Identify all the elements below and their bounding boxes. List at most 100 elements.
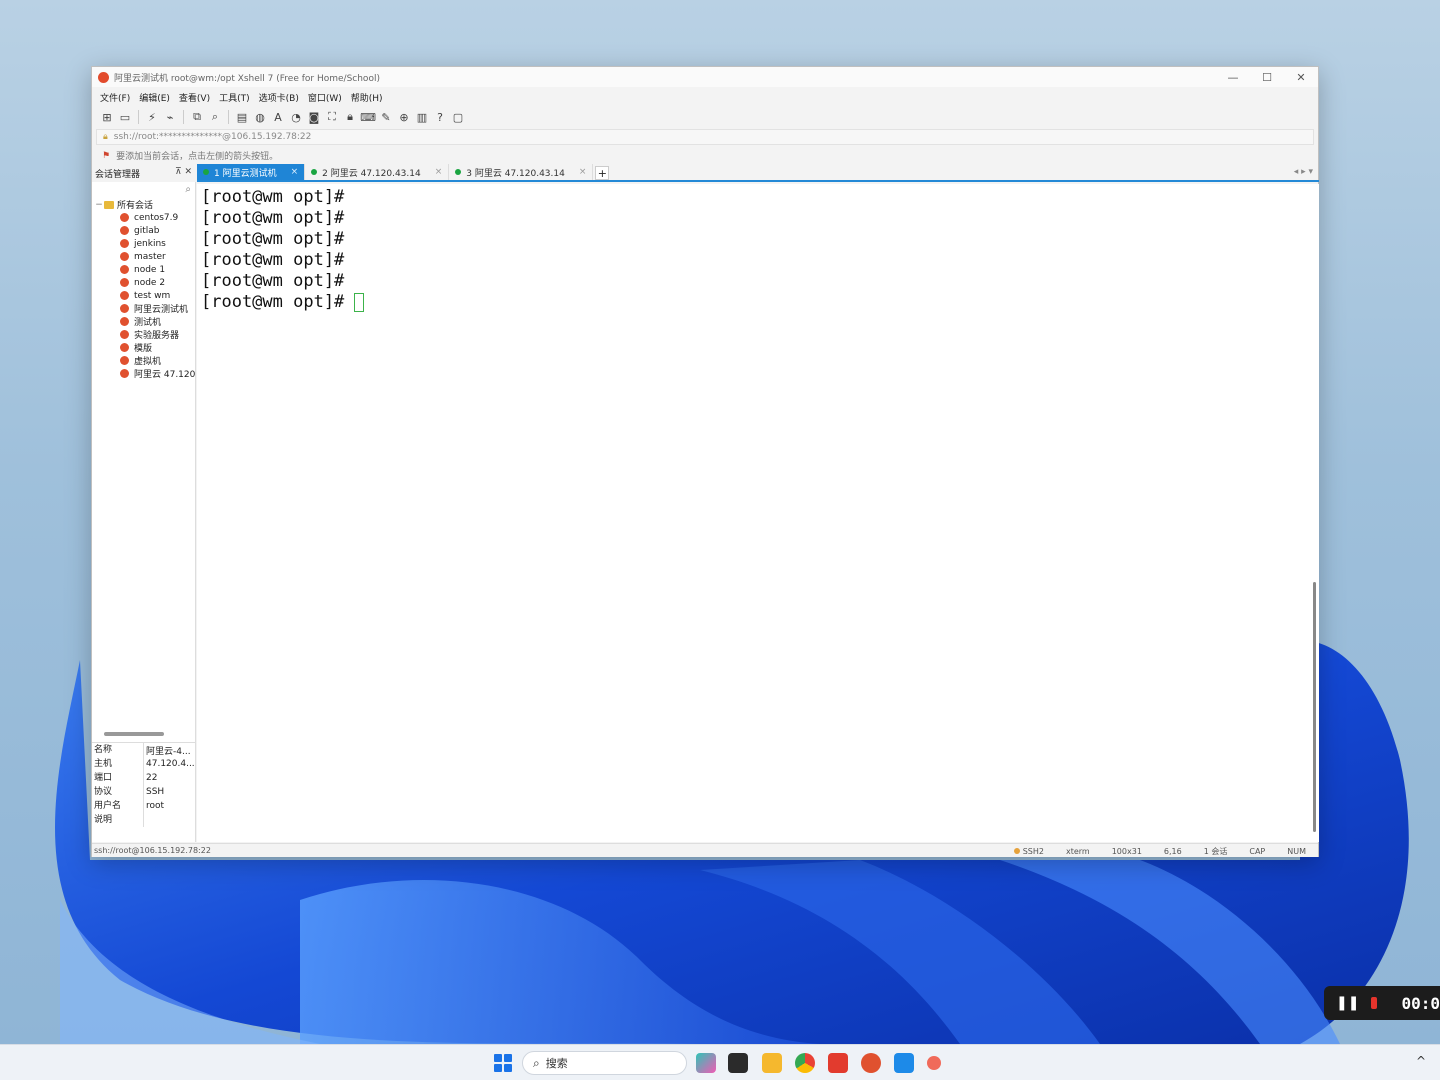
fullscreen-icon[interactable]: ⛶: [325, 110, 339, 124]
session-tree-scrollbar[interactable]: [104, 732, 164, 736]
session-item[interactable]: jenkins: [94, 237, 196, 250]
window-controls: — ☐ ✕: [1216, 67, 1318, 87]
menu-tools[interactable]: 工具(T): [219, 91, 250, 104]
new-session-icon[interactable]: ⊞: [100, 110, 114, 124]
tab-close-icon[interactable]: ×: [435, 167, 443, 177]
lock-icon[interactable]: 🔒︎: [343, 110, 357, 124]
property-key: 端口: [92, 771, 144, 785]
search-placeholder: 搜索: [545, 1057, 568, 1070]
close-button[interactable]: ✕: [1284, 67, 1318, 87]
keyboard-icon[interactable]: ⌨: [360, 110, 376, 124]
pin-icon[interactable]: ⊼: [175, 167, 182, 177]
tab-close-icon[interactable]: ×: [291, 167, 299, 177]
tab-1[interactable]: 1 阿里云测试机 ×: [197, 164, 306, 180]
minimize-button[interactable]: —: [1216, 67, 1250, 87]
session-item[interactable]: 实验服务器: [94, 328, 196, 341]
tab-close-icon[interactable]: ×: [579, 167, 587, 177]
recorder-taskbar-icon[interactable]: [927, 1056, 941, 1070]
property-row: 说明: [92, 813, 196, 827]
session-item[interactable]: 虚拟机: [94, 354, 196, 367]
session-item[interactable]: test wm: [94, 289, 196, 302]
menu-file[interactable]: 文件(F): [100, 91, 130, 104]
open-folder-icon[interactable]: ▭: [118, 110, 132, 124]
pause-icon[interactable]: ❚❚: [1336, 995, 1359, 1011]
font-icon[interactable]: A: [271, 110, 285, 124]
copy-icon[interactable]: ⧉: [190, 110, 204, 124]
session-item[interactable]: master: [94, 250, 196, 263]
properties-icon[interactable]: ▤: [235, 110, 249, 124]
session-item[interactable]: node 1: [94, 263, 196, 276]
session-item[interactable]: 测试机: [94, 315, 196, 328]
terminal-prompt-line: [root@wm opt]#: [201, 292, 365, 313]
menu-help[interactable]: 帮助(H): [351, 91, 383, 104]
tab-nav-arrows[interactable]: ◂ ▸ ▾: [1294, 167, 1313, 177]
session-manager-title: 会话管理器: [95, 169, 141, 180]
status-term: xterm: [1065, 846, 1090, 856]
xshell-taskbar-icon[interactable]: [861, 1053, 881, 1073]
compose-icon[interactable]: ✎: [379, 110, 393, 124]
new-tab-icon[interactable]: ⊕: [397, 110, 411, 124]
terminal-area[interactable]: [root@wm opt]# [root@wm opt]# [root@wm o…: [197, 184, 1319, 842]
session-label: 测试机: [134, 318, 162, 328]
chevron-up-icon[interactable]: ^: [1416, 1054, 1426, 1068]
tab-3[interactable]: 3 阿里云 47.120.43.14 ×: [449, 164, 594, 180]
add-tab-button[interactable]: +: [595, 166, 610, 180]
session-label: gitlab: [134, 225, 160, 236]
maximize-button[interactable]: ☐: [1250, 67, 1284, 87]
terminal-prompt: [root@wm opt]#: [201, 292, 345, 312]
search-icon[interactable]: ⌕: [185, 184, 191, 195]
collapse-icon[interactable]: −: [94, 200, 104, 210]
menu-bar: 文件(F) 编辑(E) 查看(V) 工具(T) 选项卡(B) 窗口(W) 帮助(…: [92, 89, 1318, 105]
help-icon[interactable]: ?: [433, 110, 447, 124]
layout-icon[interactable]: ▥: [415, 110, 429, 124]
find-icon[interactable]: ⌕: [208, 110, 222, 124]
chat-icon[interactable]: ▢: [451, 110, 465, 124]
terminal-line: [root@wm opt]#: [201, 250, 345, 270]
property-row: 主机 47.120.4...: [92, 757, 196, 771]
chat-app-icon[interactable]: [894, 1053, 914, 1073]
screenshot-icon[interactable]: ◙: [307, 110, 321, 124]
menu-tabs[interactable]: 选项卡(B): [259, 91, 299, 104]
connect-icon[interactable]: ⚡: [145, 110, 159, 124]
session-item[interactable]: 阿里云测试机: [94, 302, 196, 315]
bookmark-icon[interactable]: ⚑: [102, 151, 110, 161]
chrome-icon[interactable]: [795, 1053, 815, 1073]
tab-2[interactable]: 2 阿里云 47.120.43.14 ×: [305, 164, 450, 180]
session-icon: [120, 304, 129, 313]
session-tree: − 所有会话 centos7.9 gitlab jenkins master n…: [94, 198, 196, 381]
address-bar[interactable]: 🔒︎ ssh://root:**************@106.15.192.…: [96, 129, 1314, 145]
disconnect-icon[interactable]: ⌁: [163, 110, 177, 124]
session-manager-close-icon[interactable]: ✕: [184, 167, 192, 177]
windows-start-icon[interactable]: [494, 1054, 512, 1072]
status-sessions[interactable]: 1 会话: [1204, 846, 1228, 857]
online-dot-icon: [311, 169, 318, 175]
session-item[interactable]: centos7.9: [94, 211, 196, 224]
toolbar: ⊞ ▭ ⚡ ⌁ ⧉ ⌕ ▤ ◍ A ◔ ◙ ⛶ 🔒︎ ⌨ ✎ ⊕ ▥ ? ▢: [92, 107, 1318, 127]
property-key: 名称: [92, 743, 144, 757]
tree-root-all-sessions[interactable]: − 所有会话: [94, 198, 196, 212]
wps-icon[interactable]: [828, 1053, 848, 1073]
session-item[interactable]: node 2: [94, 276, 196, 289]
toolbar-divider: [183, 110, 184, 124]
tab-label: 3 阿里云 47.120.43.14: [466, 168, 565, 179]
session-item[interactable]: 模版: [94, 341, 196, 354]
tab-bar: 1 阿里云测试机 × 2 阿里云 47.120.43.14 × 3 阿里云 47…: [197, 164, 1319, 182]
terminal-line: [root@wm opt]#: [201, 271, 345, 291]
menu-view[interactable]: 查看(V): [179, 91, 210, 104]
hint-text: 要添加当前会话，点击左侧的箭头按钮。: [116, 152, 279, 162]
title-bar[interactable]: 阿里云测试机 root@wm:/opt Xshell 7 (Free for H…: [92, 67, 1318, 87]
stop-icon[interactable]: [1371, 997, 1378, 1009]
session-item[interactable]: 阿里云 47.120: [94, 367, 196, 380]
copilot-icon[interactable]: [696, 1053, 716, 1073]
menu-window[interactable]: 窗口(W): [308, 91, 342, 104]
terminal-scrollbar[interactable]: [1313, 582, 1316, 832]
task-view-icon[interactable]: [728, 1053, 748, 1073]
menu-edit[interactable]: 编辑(E): [139, 91, 170, 104]
xftp-icon[interactable]: ◔: [289, 110, 303, 124]
globe-icon[interactable]: ◍: [253, 110, 267, 124]
session-icon: [120, 226, 129, 235]
file-explorer-icon[interactable]: [762, 1053, 782, 1073]
session-item[interactable]: gitlab: [94, 224, 196, 237]
taskbar-search[interactable]: ⌕ 搜索: [522, 1051, 687, 1075]
property-row: 端口 22: [92, 771, 196, 785]
